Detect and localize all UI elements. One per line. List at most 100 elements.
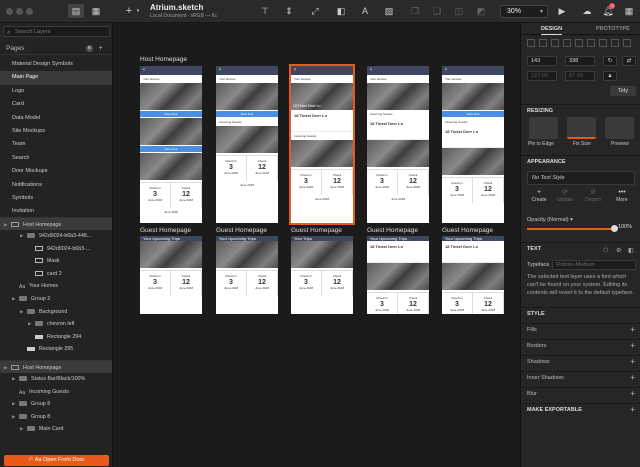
tidy-button[interactable]: Tidy xyxy=(610,86,636,96)
scale-icon[interactable]: ⤢ xyxy=(308,4,322,18)
artboard[interactable]: ‹ Your Homes 18 Tinkel Deer Ln 18 Tinkel De… xyxy=(289,64,355,225)
page-item[interactable]: Team xyxy=(0,138,112,151)
typeface-field[interactable]: Roboto-Medium xyxy=(552,260,636,270)
disclosure-arrow-icon[interactable]: ▶ xyxy=(12,373,19,386)
disclosure-arrow-icon[interactable]: ▶ xyxy=(4,361,11,373)
artboard[interactable]: Your Upcoming Trips Check In 3 June 2018 Che… xyxy=(140,236,202,314)
smart-distribute-icon[interactable] xyxy=(623,39,631,47)
align-bottom-icon[interactable] xyxy=(587,39,595,47)
style-row-inner-shadows[interactable]: Inner Shadows + xyxy=(521,371,640,383)
layer-row[interactable]: ▶ Main Card xyxy=(0,423,112,436)
align-top-icon[interactable]: ⊤ xyxy=(258,4,272,18)
text-options-icon[interactable]: ◧ xyxy=(628,247,634,254)
layer-row[interactable]: ▶ Background xyxy=(0,306,112,319)
disclosure-arrow-icon[interactable]: ▶ xyxy=(20,230,27,243)
artboard[interactable]: Your Upcoming Trips 18 Tinkel Deer Ln Chec… xyxy=(367,236,429,314)
minimize-window-dot[interactable] xyxy=(16,8,23,15)
tab-design[interactable]: DESIGN xyxy=(541,23,563,35)
layer-row[interactable]: ▶ Host Homepage xyxy=(0,217,112,230)
page-item[interactable]: Site Mockups xyxy=(0,125,112,138)
disclosure-arrow-icon[interactable]: ▶ xyxy=(20,423,27,436)
view-menu-icon[interactable]: ▦ xyxy=(622,4,636,18)
layer-row[interactable]: Rectangle 295 xyxy=(0,343,112,356)
width-field[interactable]: 127.99 xyxy=(527,71,557,81)
text-style-select[interactable]: No Text Style xyxy=(527,171,635,185)
align-center-icon[interactable] xyxy=(539,39,547,47)
layer-row[interactable]: 942d9024-b6b3-... xyxy=(0,243,112,256)
zoom-window-dot[interactable] xyxy=(26,8,33,15)
grid-view-icon[interactable]: ▦ xyxy=(88,4,104,18)
cloud-icon[interactable]: ☁ xyxy=(580,4,594,18)
text-style-icon[interactable]: ⬡ xyxy=(603,247,608,254)
artboard[interactable]: ‹ Your Homes View Tour Incoming Guests Check… xyxy=(216,66,278,223)
mask-icon[interactable]: ◧ xyxy=(334,4,348,18)
add-plus-icon[interactable]: + xyxy=(630,340,635,352)
opacity-slider-knob[interactable] xyxy=(611,225,618,232)
page-item[interactable]: Data Model xyxy=(0,112,112,125)
distribute-v-icon[interactable] xyxy=(611,39,619,47)
rotation-field[interactable]: ↻ xyxy=(603,56,617,66)
height-field[interactable]: 87.99 xyxy=(565,71,595,81)
add-plus-icon[interactable]: + xyxy=(630,356,635,368)
layer-row[interactable]: ▶ Host Homepage xyxy=(0,359,112,373)
pages-options-icon[interactable]: ≡ xyxy=(86,45,93,52)
create-style-button[interactable]: + Create xyxy=(527,188,551,203)
page-item[interactable]: Logo xyxy=(0,85,112,98)
page-item[interactable]: Notifications xyxy=(0,179,112,192)
layer-row[interactable]: ▶ Group 8 xyxy=(0,411,112,424)
artboard[interactable]: ‹ Your Homes View Tour View Tour Check In 3 Ju… xyxy=(140,66,202,223)
layer-row[interactable]: Aa Incoming Guests xyxy=(0,386,112,399)
disclosure-arrow-icon[interactable]: ▶ xyxy=(12,411,19,424)
preview-option[interactable] xyxy=(605,117,634,139)
align-middle-icon[interactable] xyxy=(575,39,583,47)
open-front-door-button[interactable]: ⚐ Aa Open Front Door xyxy=(4,455,109,466)
x-position-field[interactable]: 143 xyxy=(527,56,557,66)
detach-style-button[interactable]: ⊘ Detach xyxy=(581,188,605,203)
layer-row[interactable]: Mask xyxy=(0,255,112,268)
add-export-plus-icon[interactable]: + xyxy=(630,404,635,416)
artboard[interactable]: ‹ Your Homes View Tour Incoming Guests 18 Ti… xyxy=(442,66,504,223)
make-exportable-section[interactable]: MAKE EXPORTABLE + xyxy=(521,403,640,415)
add-plus-icon[interactable]: + xyxy=(630,372,635,384)
style-row-shadows[interactable]: Shadows + xyxy=(521,355,640,367)
flip-icon[interactable]: ⇄ xyxy=(622,56,636,66)
layer-row[interactable]: card 2 xyxy=(0,268,112,281)
intersect-icon[interactable]: ◫ xyxy=(452,4,466,18)
disclosure-arrow-icon[interactable]: ▶ xyxy=(28,318,35,331)
add-page-plus-icon[interactable]: + xyxy=(97,45,104,52)
distribute-h-icon[interactable] xyxy=(599,39,607,47)
layer-row[interactable]: ▶ Group 2 xyxy=(0,293,112,306)
artboard[interactable]: Your Upcoming Trips Check In 3 June 2018 Che… xyxy=(216,236,278,314)
disclosure-arrow-icon[interactable]: ▶ xyxy=(12,293,19,306)
page-item[interactable]: Symbols xyxy=(0,192,112,205)
difference-icon[interactable]: ◩ xyxy=(474,4,488,18)
page-item[interactable]: Door Mockups xyxy=(0,165,112,178)
page-item[interactable]: Search xyxy=(0,152,112,165)
tab-prototype[interactable]: PROTOTYPE xyxy=(596,23,630,35)
union-icon[interactable]: ❐ xyxy=(408,4,422,18)
layer-row[interactable]: ▶ Status Bar/Black/100% xyxy=(0,373,112,386)
text-tool-icon[interactable]: A xyxy=(358,4,372,18)
flatten-icon[interactable]: ▧ xyxy=(382,4,396,18)
layer-row[interactable]: Rectangle 294 xyxy=(0,331,112,344)
opacity-value[interactable]: 100% xyxy=(618,224,632,230)
text-settings-gear-icon[interactable]: ⚙ xyxy=(616,247,621,254)
distribute-icon[interactable]: ⇕ xyxy=(282,4,296,18)
artboard[interactable]: Your Trips Check In 3 June 2018 Check 12 June … xyxy=(291,236,353,314)
pin-to-edge-option[interactable] xyxy=(529,117,558,139)
insert-button[interactable]: + xyxy=(124,4,134,18)
disclosure-arrow-icon[interactable]: ▶ xyxy=(12,398,19,411)
canvas[interactable]: Host Homepage ‹ Your Homes View Tour View To… xyxy=(113,23,520,467)
layer-row[interactable]: Aa Your Homes xyxy=(0,280,112,293)
disclosure-arrow-icon[interactable]: ▶ xyxy=(4,218,11,230)
align-top-icon[interactable] xyxy=(563,39,571,47)
fix-size-option[interactable] xyxy=(567,117,596,139)
add-plus-icon[interactable]: + xyxy=(630,388,635,400)
zoom-select[interactable]: 30% ▾ xyxy=(500,5,548,18)
disclosure-arrow-icon[interactable]: ▶ xyxy=(20,306,27,319)
add-plus-icon[interactable]: + xyxy=(630,324,635,336)
update-style-button[interactable]: ⟳ Update xyxy=(553,188,577,203)
page-item[interactable]: Material Design Symbols xyxy=(0,58,112,71)
style-row-fills[interactable]: Fills + xyxy=(521,323,640,335)
close-window-dot[interactable] xyxy=(6,8,13,15)
